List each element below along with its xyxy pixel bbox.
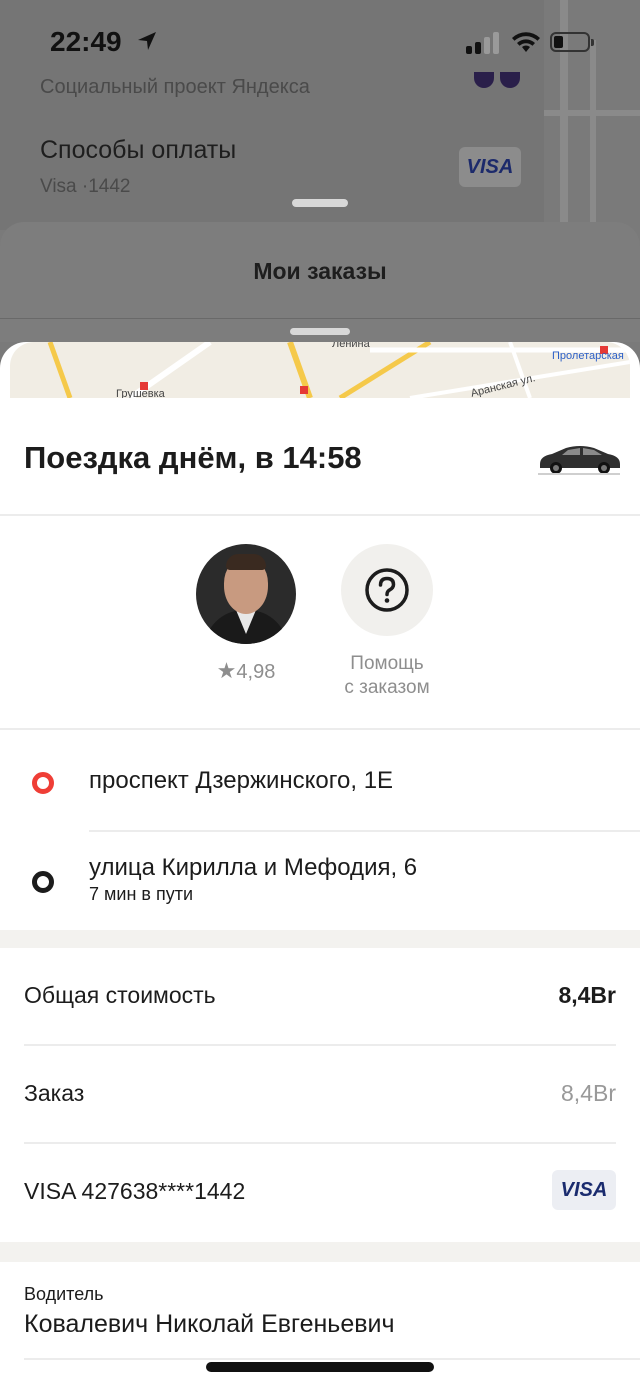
origin-pin-icon	[32, 772, 54, 794]
driver-and-help-section: ★4,98 Помощь с заказом	[0, 516, 640, 730]
section-gap	[0, 1242, 640, 1262]
trip-title: Поездка днём, в 14:58	[24, 440, 362, 475]
help-button[interactable]	[341, 544, 433, 636]
map-roads	[47, 342, 630, 398]
destination-address: улица Кирилла и Мефодия, 6	[89, 854, 418, 881]
orders-title: Мои заказы	[253, 258, 387, 284]
total-cost-row: Общая стоимость 8,4Br	[24, 948, 616, 1046]
divider	[89, 830, 640, 832]
driver-name: Ковалевич Николай Евгеньевич	[24, 1310, 395, 1338]
home-indicator[interactable]	[206, 1362, 434, 1372]
map-label: Пролетарская	[552, 350, 624, 362]
divider	[0, 318, 640, 319]
order-cost-row: Заказ 8,4Br	[24, 1046, 616, 1144]
divider	[24, 1358, 640, 1360]
total-cost-value: 8,4Br	[558, 982, 616, 1008]
visa-icon: VISA	[552, 1170, 616, 1210]
sheet-grab-handle[interactable]	[290, 328, 350, 335]
order-cost-label: Заказ	[24, 1080, 85, 1106]
status-bar: 22:49	[0, 0, 640, 80]
payment-methods-value: Visa ·1442	[40, 176, 131, 197]
driver-avatar[interactable]	[196, 544, 296, 644]
route-map[interactable]: Ленина Пролетарская Грушевка Аранская ул…	[10, 342, 630, 398]
payment-card-label: VISA 427638****1442	[24, 1178, 246, 1204]
rating-value: 4,98	[236, 661, 276, 683]
cost-section: Общая стоимость 8,4Br Заказ 8,4Br VISA 4…	[0, 948, 640, 1242]
visa-icon: VISA	[459, 147, 521, 187]
order-cost-value: 8,4Br	[561, 1080, 616, 1106]
sheet-grab-handle[interactable]	[292, 199, 348, 207]
wifi-icon	[512, 32, 540, 52]
car-icon	[538, 446, 620, 475]
map-label: Ленина	[332, 342, 370, 350]
trip-header: Поездка днём, в 14:58	[0, 398, 640, 516]
driver-label: Водитель	[24, 1284, 104, 1304]
question-icon	[365, 568, 409, 612]
orders-sheet: Мои заказы	[0, 222, 640, 342]
map-label: Грушевка	[116, 388, 165, 398]
trip-details-sheet: Ленина Пролетарская Грушевка Аранская ул…	[0, 342, 640, 1386]
total-cost-label: Общая стоимость	[24, 982, 216, 1008]
cellular-signal-icon	[466, 32, 500, 54]
help-label[interactable]: Помощь с заказом	[316, 652, 458, 700]
route-section: проспект Дзержинского, 1Е улица Кирилла …	[0, 730, 640, 930]
trip-duration: 7 мин в пути	[89, 884, 193, 904]
section-gap	[0, 930, 640, 948]
payment-methods-title[interactable]: Способы оплаты	[40, 136, 236, 165]
location-arrow-icon	[138, 32, 156, 50]
star-icon: ★	[216, 658, 237, 683]
origin-address: проспект Дзержинского, 1Е	[89, 767, 394, 794]
status-time: 22:49	[50, 26, 122, 57]
battery-icon	[550, 32, 594, 52]
payment-card-row: VISA 427638****1442 VISA	[24, 1144, 616, 1242]
destination-pin-icon	[32, 871, 54, 893]
driver-rating: ★4,98	[196, 658, 296, 684]
